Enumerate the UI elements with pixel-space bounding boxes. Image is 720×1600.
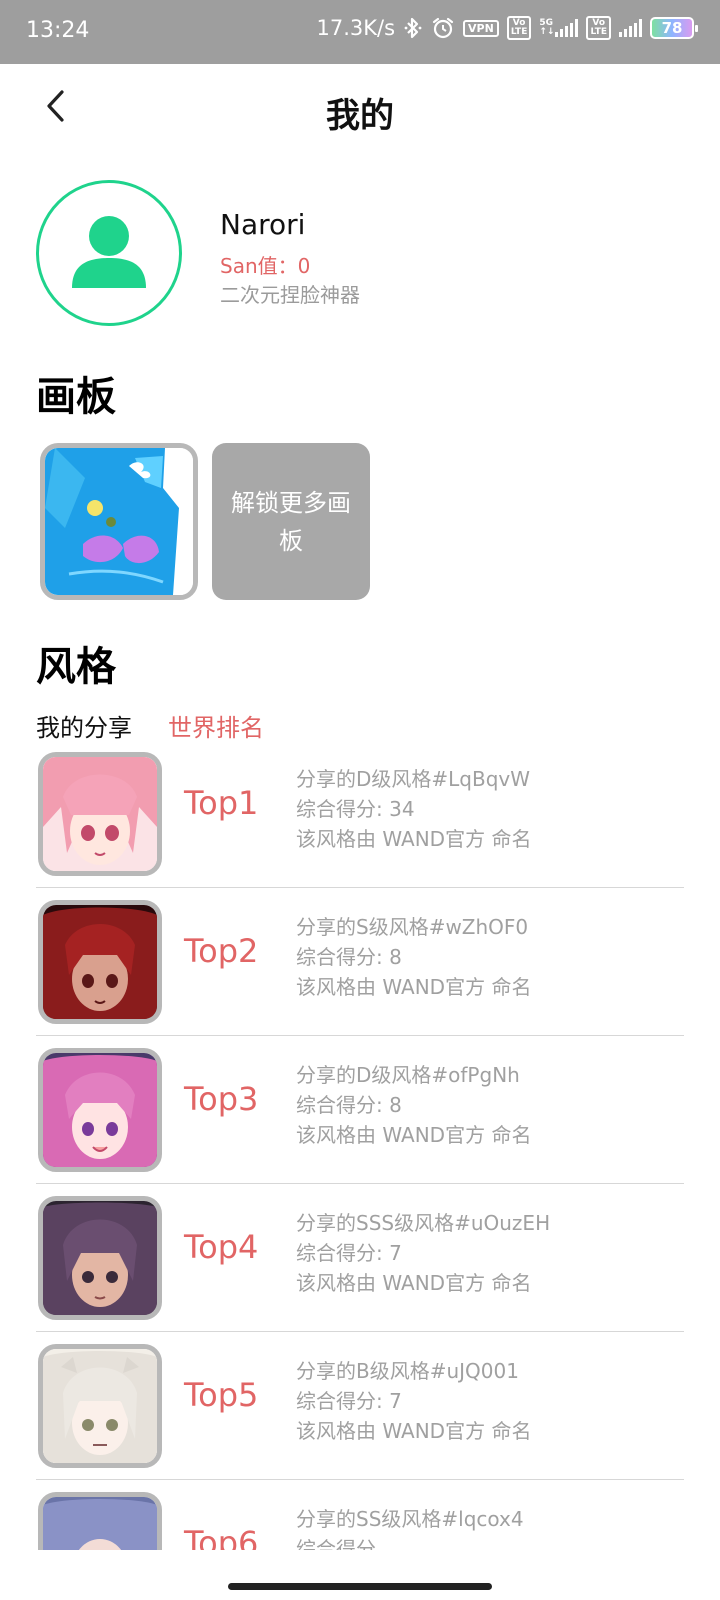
vpn-badge: VPN <box>463 19 499 37</box>
style-thumbnail <box>38 752 162 876</box>
style-thumbnail <box>38 1492 162 1550</box>
anime-portrait-image <box>43 1497 157 1550</box>
ranking-list: Top1 分享的D级风格#LqBqvW 综合得分: 34 该风格由 WAND官方… <box>0 740 720 1550</box>
status-icons: 17.3K/s VPN Vo LTE 5G ↑↓ Vo LTE 78 <box>316 16 698 40</box>
canvas-drawing-image <box>45 448 193 595</box>
style-thumbnail <box>38 1196 162 1320</box>
status-bar: 13:24 17.3K/s VPN Vo LTE 5G ↑↓ Vo LTE 78 <box>0 0 720 64</box>
score-text: 综合得分: 8 <box>296 945 402 969</box>
anime-portrait-image <box>43 1053 157 1167</box>
score-text: 综合得分: 7 <box>296 1241 402 1265</box>
ranking-row[interactable]: Top3 分享的D级风格#ofPgNh 综合得分: 8 该风格由 WAND官方 … <box>36 1036 684 1184</box>
rank-label: Top6 <box>184 1524 259 1550</box>
style-thumbnail <box>38 1048 162 1172</box>
rank-info: 分享的B级风格#uJQ001 综合得分: 7 该风格由 WAND官方 命名 <box>296 1356 531 1446</box>
canvas-thumbnail[interactable] <box>40 443 198 600</box>
rank-label: Top5 <box>184 1376 259 1414</box>
unlock-more-canvas-button[interactable]: 解锁更多画板 <box>212 443 370 600</box>
signal-icon: 5G ↑↓ <box>539 19 579 37</box>
alarm-icon <box>431 16 455 40</box>
avatar[interactable] <box>36 180 182 326</box>
rank-info: 分享的SS级风格#lqcox4 综合得分 <box>296 1504 524 1550</box>
page-title: 我的 <box>326 96 394 136</box>
profile-san-value: San值：0 <box>220 254 311 278</box>
tab-world-ranking[interactable]: 世界排名 <box>168 708 264 743</box>
signal-icon-2 <box>619 19 642 37</box>
share-text: 分享的SSS级风格#uOuzEH <box>296 1211 551 1235</box>
namer-text: 该风格由 WAND官方 命名 <box>296 1123 532 1147</box>
score-text: 综合得分: 7 <box>296 1389 402 1413</box>
rank-label: Top1 <box>184 784 259 822</box>
user-icon <box>72 216 146 288</box>
ranking-row[interactable]: Top4 分享的SSS级风格#uOuzEH 综合得分: 7 该风格由 WAND官… <box>36 1184 684 1332</box>
volte-badge-1: Vo LTE <box>506 16 532 40</box>
profile-bio: 二次元捏脸神器 <box>220 283 360 307</box>
namer-text: 该风格由 WAND官方 命名 <box>296 975 532 999</box>
score-text: 综合得分: 8 <box>296 1093 402 1117</box>
anime-portrait-image <box>43 1201 157 1315</box>
volte-badge-2: Vo LTE <box>586 16 611 40</box>
anime-portrait-image <box>43 757 157 871</box>
share-text: 分享的D级风格#ofPgNh <box>296 1063 520 1087</box>
rank-info: 分享的SSS级风格#uOuzEH 综合得分: 7 该风格由 WAND官方 命名 <box>296 1208 550 1298</box>
section-title-style: 风格 <box>36 644 116 690</box>
share-text: 分享的SS级风格#lqcox4 <box>296 1507 524 1531</box>
rank-label: Top3 <box>184 1080 259 1118</box>
tab-my-shares[interactable]: 我的分享 <box>36 708 132 743</box>
share-text: 分享的S级风格#wZhOF0 <box>296 915 529 939</box>
bluetooth-icon <box>403 17 423 39</box>
score-text: 综合得分: 34 <box>296 797 415 821</box>
ranking-row[interactable]: Top1 分享的D级风格#LqBqvW 综合得分: 34 该风格由 WAND官方… <box>36 740 684 888</box>
home-indicator[interactable] <box>228 1583 492 1590</box>
score-text: 综合得分 <box>296 1537 376 1550</box>
section-title-canvas: 画板 <box>36 374 116 420</box>
ranking-row[interactable]: Top6 分享的SS级风格#lqcox4 综合得分 <box>36 1480 684 1550</box>
share-text: 分享的D级风格#LqBqvW <box>296 767 531 791</box>
rank-label: Top2 <box>184 932 259 970</box>
style-thumbnail <box>38 900 162 1024</box>
net-speed: 17.3K/s <box>316 16 396 40</box>
anime-portrait-image <box>43 1349 157 1463</box>
battery-icon: 78 <box>650 17 698 39</box>
rank-info: 分享的D级风格#LqBqvW 综合得分: 34 该风格由 WAND官方 命名 <box>296 764 531 854</box>
rank-info: 分享的D级风格#ofPgNh 综合得分: 8 该风格由 WAND官方 命名 <box>296 1060 531 1150</box>
share-text: 分享的B级风格#uJQ001 <box>296 1359 519 1383</box>
namer-text: 该风格由 WAND官方 命名 <box>296 1419 532 1443</box>
ranking-row[interactable]: Top2 分享的S级风格#wZhOF0 综合得分: 8 该风格由 WAND官方 … <box>36 888 684 1036</box>
style-thumbnail <box>38 1344 162 1468</box>
namer-text: 该风格由 WAND官方 命名 <box>296 827 532 851</box>
namer-text: 该风格由 WAND官方 命名 <box>296 1271 532 1295</box>
rank-label: Top4 <box>184 1228 259 1266</box>
profile-name: Narori <box>220 208 306 241</box>
status-time: 13:24 <box>26 18 90 43</box>
anime-portrait-image <box>43 905 157 1019</box>
rank-info: 分享的S级风格#wZhOF0 综合得分: 8 该风格由 WAND官方 命名 <box>296 912 531 1002</box>
ranking-row[interactable]: Top5 分享的B级风格#uJQ001 综合得分: 7 该风格由 WAND官方 … <box>36 1332 684 1480</box>
